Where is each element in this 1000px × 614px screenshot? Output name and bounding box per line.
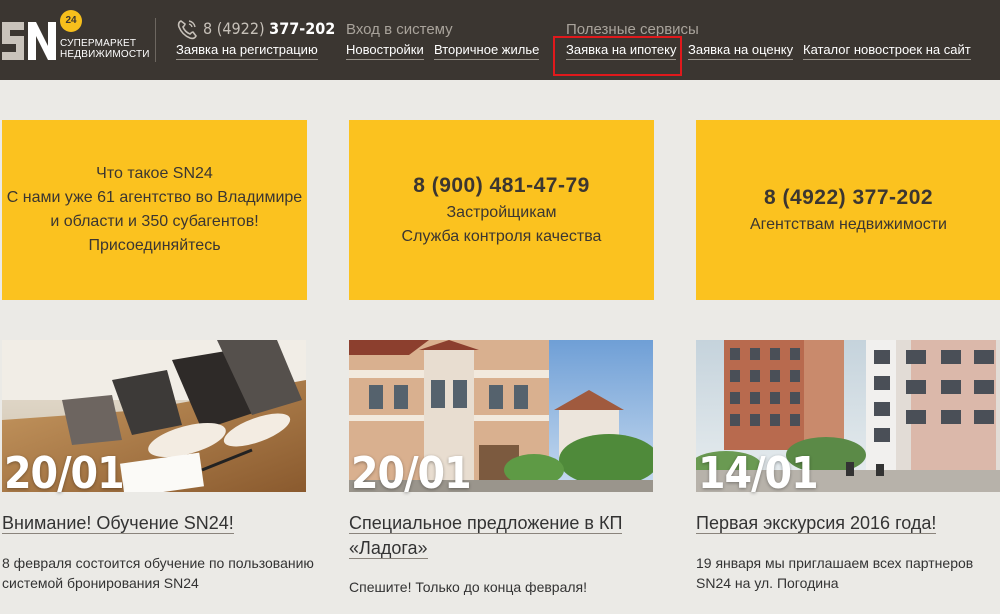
phone-icon xyxy=(177,20,197,40)
news-date: 20/01 xyxy=(4,448,125,499)
news-date: 20/01 xyxy=(351,448,472,499)
login-caption: Вход в систему xyxy=(346,21,453,38)
sn24-logo[interactable]: 24 СУПЕРМАРКЕТ НЕДВИЖИМОСТИ xyxy=(0,10,149,65)
header-divider xyxy=(155,18,156,62)
news-title[interactable]: Внимание! Обучение SN24! xyxy=(2,511,306,536)
news-excerpt: 8 февраля состоится обучение по пользова… xyxy=(2,555,314,591)
news-excerpt: 19 января мы приглашаем всех партнеров S… xyxy=(696,555,974,591)
secondary-housing-link[interactable]: Вторичное жилье xyxy=(434,42,540,60)
register-link[interactable]: Заявка на регистрацию xyxy=(176,42,318,60)
logo-badge: 24 xyxy=(60,10,82,32)
promo-developers[interactable]: 8 (900) 481-47-79 Застройщикам Служба ко… xyxy=(349,120,654,300)
sn-logo-mark xyxy=(2,22,56,60)
logo-tagline: СУПЕРМАРКЕТ НЕДВИЖИМОСТИ xyxy=(60,38,150,60)
promo-agencies[interactable]: 8 (4922) 377-202 Агентствам недвижимости xyxy=(696,120,1000,300)
highlight-box xyxy=(553,36,682,76)
site-header: 24 СУПЕРМАРКЕТ НЕДВИЖИМОСТИ 8 (4922) 377… xyxy=(0,0,1000,80)
promo-phone: 8 (900) 481-47-79 xyxy=(413,174,590,197)
promo-phone: 8 (4922) 377-202 xyxy=(763,186,934,209)
news-excerpt: Спешите! Только до конца февраля! xyxy=(349,579,587,595)
valuation-request-link[interactable]: Заявка на оценку xyxy=(688,42,794,60)
phone-number[interactable]: 8 (4922) 377-202 xyxy=(203,19,335,38)
promo-about-sn24[interactable]: Что такое SN24 С нами уже 61 агентство в… xyxy=(2,120,307,300)
news-title[interactable]: Первая экскурсия 2016 года! xyxy=(696,511,1000,536)
new-buildings-link[interactable]: Новостройки xyxy=(346,42,424,60)
catalog-link[interactable]: Каталог новостроек на сайт xyxy=(803,42,971,60)
news-date: 14/01 xyxy=(698,448,819,499)
news-title[interactable]: Специальное предложение в КП «Ладога» xyxy=(349,511,653,561)
